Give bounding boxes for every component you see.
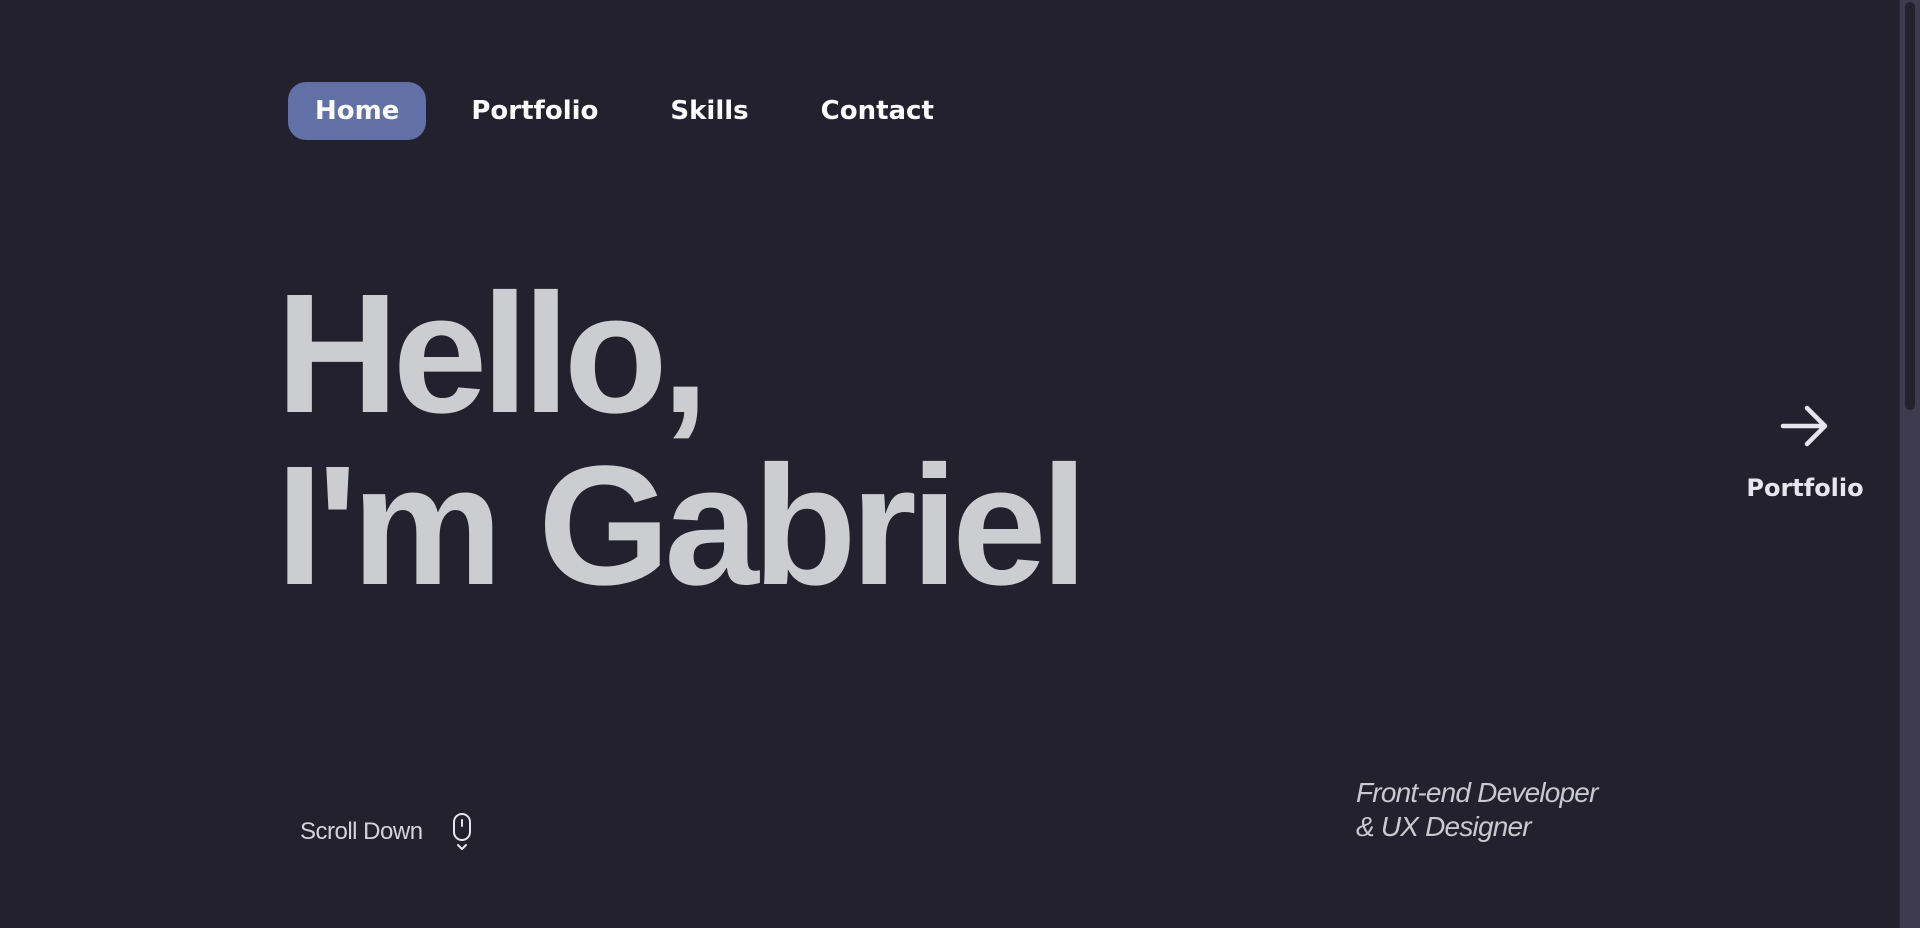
hero-heading-line-1: Hello, bbox=[276, 259, 709, 449]
role-line-1: Front-end Developer bbox=[1356, 777, 1598, 808]
scroll-down-button[interactable]: Scroll Down bbox=[300, 812, 473, 852]
hero-heading: Hello, I'm Gabriel bbox=[276, 259, 1088, 621]
next-page-link-portfolio[interactable]: Portfolio bbox=[1740, 398, 1870, 502]
arrow-right-icon bbox=[1780, 405, 1828, 447]
vertical-scrollbar[interactable] bbox=[1899, 0, 1920, 928]
next-page-label: Portfolio bbox=[1746, 474, 1864, 502]
page: Home Portfolio Skills Contact Hello, I'm… bbox=[0, 0, 1920, 928]
hero-heading-line-2: I'm Gabriel bbox=[276, 431, 1088, 621]
top-navigation: Home Portfolio Skills Contact bbox=[288, 82, 979, 140]
role-subtitle: Front-end Developer & UX Designer bbox=[1356, 776, 1598, 844]
nav-item-contact[interactable]: Contact bbox=[794, 82, 961, 140]
nav-item-home[interactable]: Home bbox=[288, 82, 427, 140]
nav-item-portfolio[interactable]: Portfolio bbox=[444, 82, 625, 140]
role-line-2: & UX Designer bbox=[1356, 811, 1532, 842]
mouse-scroll-icon bbox=[452, 813, 471, 850]
scrollbar-thumb[interactable] bbox=[1905, 2, 1915, 410]
scroll-down-label: Scroll Down bbox=[300, 818, 423, 845]
nav-item-skills[interactable]: Skills bbox=[643, 82, 775, 140]
